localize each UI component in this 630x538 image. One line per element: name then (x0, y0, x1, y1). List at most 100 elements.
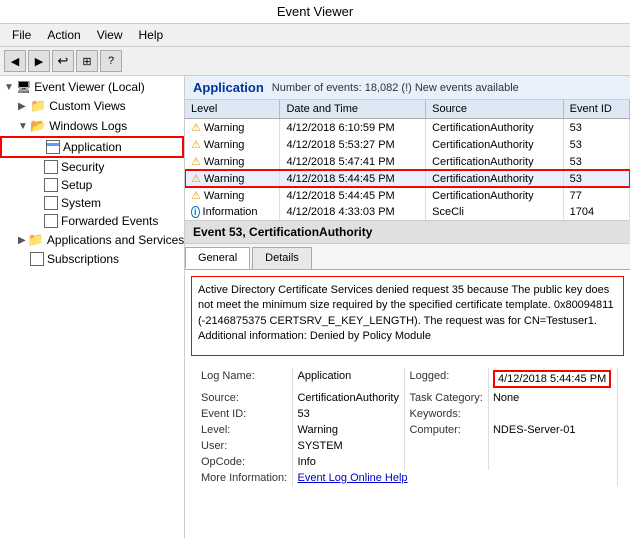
warning-icon: ⚠ (191, 155, 201, 168)
cell-datetime: 4/12/2018 5:53:27 PM (280, 136, 426, 153)
toolbar-view[interactable]: ⊞ (76, 50, 98, 72)
meta-value-event-id: 53 (293, 406, 405, 422)
warning-icon: ⚠ (191, 138, 201, 151)
meta-value-task-cat: None (488, 390, 617, 406)
meta-value-computer: NDES-Server-01 (488, 422, 617, 438)
menu-view[interactable]: View (89, 26, 131, 44)
cell-eventid: 1704 (563, 204, 629, 220)
meta-value-more-info: Event Log Online Help (293, 470, 618, 486)
col-level[interactable]: Level (185, 100, 280, 119)
event-table-container: Level Date and Time Source Event ID ⚠War… (185, 100, 630, 221)
sidebar-item-event-viewer-local[interactable]: ▼ 🖥 Event Viewer (Local) (0, 78, 184, 96)
table-row[interactable]: iInformation 4/12/2018 4:33:03 PM SceCli… (185, 204, 630, 220)
sidebar-item-security[interactable]: Security (0, 158, 184, 176)
sidebar-item-subscriptions[interactable]: Subscriptions (0, 250, 184, 268)
warning-icon: ⚠ (191, 189, 201, 202)
col-eventid[interactable]: Event ID (563, 100, 629, 119)
menu-action[interactable]: Action (39, 26, 88, 44)
meta-label-opcode: OpCode: (197, 454, 293, 470)
toolbar-refresh[interactable]: ↩ (52, 50, 74, 72)
main-layout: ▼ 🖥 Event Viewer (Local) ▶ 📁 Custom View… (0, 76, 630, 538)
tab-general[interactable]: General (185, 247, 250, 269)
log-icon (44, 160, 58, 174)
sidebar-label-application: Application (63, 140, 122, 154)
cell-source: CertificationAuthority (426, 170, 564, 187)
meta-label-source: Source: (197, 390, 293, 406)
sidebar-item-windows-logs[interactable]: ▼ 📂 Windows Logs (0, 116, 184, 136)
cell-source: CertificationAuthority (426, 153, 564, 170)
meta-label-user: User: (197, 438, 293, 454)
sidebar-label-forwarded-events: Forwarded Events (61, 214, 158, 228)
meta-value-user: SYSTEM (293, 438, 405, 454)
expand-icon: ▼ (4, 82, 14, 93)
meta-value-level: Warning (293, 422, 405, 438)
cell-source: CertificationAuthority (426, 136, 564, 153)
sidebar-item-forwarded-events[interactable]: Forwarded Events (0, 212, 184, 230)
sidebar-label-apps-services-logs: Applications and Services Logs (47, 233, 185, 247)
toolbar-help[interactable]: ? (100, 50, 122, 72)
log-icon (44, 178, 58, 192)
sidebar-item-system[interactable]: System (0, 194, 184, 212)
table-row[interactable]: ⚠Warning 4/12/2018 5:53:27 PM Certificat… (185, 136, 630, 153)
cell-eventid: 53 (563, 170, 629, 187)
meta-row-more-info: More Information: Event Log Online Help (197, 470, 618, 486)
col-datetime[interactable]: Date and Time (280, 100, 426, 119)
meta-label-log-name: Log Name: (197, 368, 293, 390)
table-row[interactable]: ⚠Warning 4/12/2018 5:44:45 PM Certificat… (185, 187, 630, 204)
cell-source: CertificationAuthority (426, 119, 564, 137)
meta-row-level: Level: Warning Computer: NDES-Server-01 (197, 422, 618, 438)
tab-details[interactable]: Details (252, 247, 312, 269)
app-header-count: Number of events: 18,082 (!) New events … (272, 82, 519, 94)
sidebar-label-subscriptions: Subscriptions (47, 252, 119, 266)
sidebar-label-system: System (61, 196, 101, 210)
sidebar-label-security: Security (61, 160, 104, 174)
event-description: Active Directory Certificate Services de… (191, 276, 624, 356)
meta-label-keywords: Keywords: (405, 406, 489, 422)
expand-icon: ▶ (18, 101, 28, 112)
meta-label-computer: Computer: (405, 422, 489, 438)
sidebar-item-custom-views[interactable]: ▶ 📁 Custom Views (0, 96, 184, 116)
log-icon (46, 140, 60, 154)
table-row[interactable]: ⚠Warning 4/12/2018 6:10:59 PM Certificat… (185, 119, 630, 137)
meta-row-user: User: SYSTEM (197, 438, 618, 454)
table-row[interactable]: ⚠Warning 4/12/2018 5:44:45 PM Certificat… (185, 170, 630, 187)
meta-value-source: CertificationAuthority (293, 390, 405, 406)
cell-datetime: 4/12/2018 6:10:59 PM (280, 119, 426, 137)
sidebar-item-application[interactable]: Application (0, 136, 184, 158)
right-panel: Application Number of events: 18,082 (!)… (185, 76, 630, 538)
toolbar-forward[interactable]: ▶ (28, 50, 50, 72)
log-icon (44, 196, 58, 210)
table-row[interactable]: ⚠Warning 4/12/2018 5:47:41 PM Certificat… (185, 153, 630, 170)
sidebar-item-apps-services-logs[interactable]: ▶ 📁 Applications and Services Logs (0, 230, 184, 250)
meta-value-opcode: Info (293, 454, 405, 470)
col-source[interactable]: Source (426, 100, 564, 119)
window-title: Event Viewer (277, 4, 353, 19)
sidebar-item-setup[interactable]: Setup (0, 176, 184, 194)
meta-label-level: Level: (197, 422, 293, 438)
menu-file[interactable]: File (4, 26, 39, 44)
meta-label-task-cat: Task Category: (405, 390, 489, 406)
meta-row-source: Source: CertificationAuthority Task Cate… (197, 390, 618, 406)
menu-help[interactable]: Help (131, 26, 172, 44)
app-header: Application Number of events: 18,082 (!)… (185, 76, 630, 100)
folder-icon: 📂 (30, 118, 46, 134)
info-icon: i (191, 206, 200, 218)
toolbar-back[interactable]: ◀ (4, 50, 26, 72)
meta-label-logged: Logged: (405, 368, 489, 390)
event-table: Level Date and Time Source Event ID ⚠War… (185, 100, 630, 220)
warning-icon: ⚠ (191, 121, 201, 134)
meta-row-logname: Log Name: Application Logged: 4/12/2018 … (197, 368, 618, 390)
cell-eventid: 77 (563, 187, 629, 204)
menu-bar: File Action View Help (0, 24, 630, 47)
meta-value-log-name: Application (293, 368, 405, 390)
cell-level: ⚠Warning (185, 187, 280, 204)
cell-datetime: 4/12/2018 5:44:45 PM (280, 187, 426, 204)
log-icon (44, 214, 58, 228)
tabs: General Details (185, 244, 630, 270)
cell-eventid: 53 (563, 136, 629, 153)
warning-icon: ⚠ (191, 172, 201, 185)
event-log-online-help-link[interactable]: Event Log Online Help (297, 472, 407, 484)
sidebar-label-windows-logs: Windows Logs (49, 119, 127, 133)
folder-icon: 📁 (28, 232, 44, 248)
toolbar: ◀ ▶ ↩ ⊞ ? (0, 47, 630, 76)
